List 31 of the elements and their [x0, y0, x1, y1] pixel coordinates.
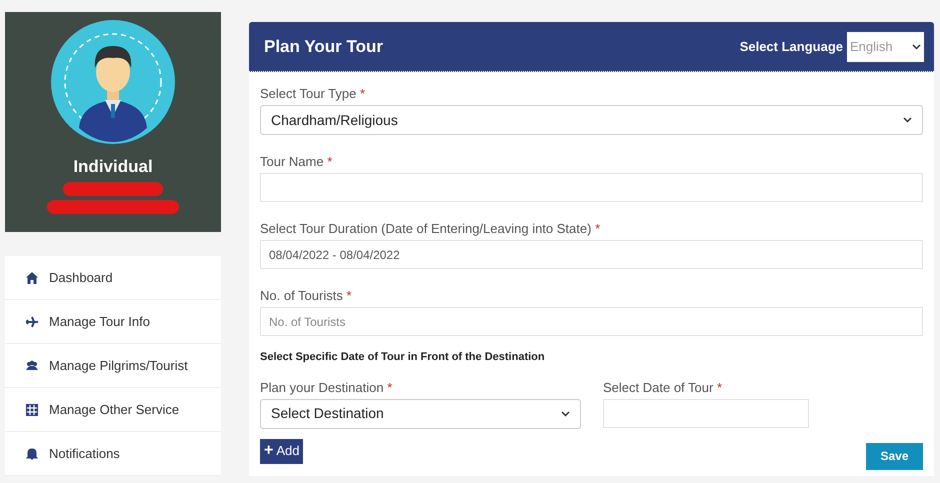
bell-icon: [25, 446, 39, 460]
role-label: Individual: [73, 156, 153, 178]
field-label: No. of Tourists *: [260, 288, 353, 303]
select-field[interactable]: Select Destination: [260, 398, 581, 428]
page-title: Plan Your Tour: [264, 36, 384, 58]
select-field[interactable]: Chardham/Religious: [260, 105, 923, 135]
grid-icon: [25, 402, 39, 416]
sidebar-item[interactable]: Manage Tour Info: [5, 300, 221, 344]
sidebar-item[interactable]: Manage Pilgrims/Tourist: [5, 344, 221, 388]
field-label: Select Tour Type *: [260, 86, 366, 101]
chevron-down-icon: [561, 410, 570, 416]
input-field[interactable]: [603, 398, 809, 428]
field-label: Select Date of Tour *: [603, 380, 723, 394]
chevron-down-icon: [903, 117, 912, 123]
airplane-icon: [25, 314, 39, 328]
sidebar-item[interactable]: Dashboard: [5, 256, 221, 300]
field-label: Select Tour Duration (Date of Entering/Leaving into State) *: [260, 221, 602, 236]
sidebar-item[interactable]: Manage Other Service: [5, 388, 221, 432]
chevron-down-icon: [912, 44, 921, 50]
field-label: Tour Name *: [260, 154, 334, 169]
language-label: Select Language: [740, 38, 843, 56]
section-heading: Select Specific Date of Tour in Front of the Destination: [260, 350, 546, 365]
home-icon: [25, 270, 39, 284]
input-field[interactable]: [260, 173, 923, 202]
field-label: Plan your Destination *: [260, 380, 394, 394]
users-icon: [25, 358, 39, 372]
add-button[interactable]: + Add: [260, 438, 304, 464]
sidebar-item[interactable]: Notifications: [5, 432, 221, 476]
input-field[interactable]: 08/04/2022 - 08/04/2022: [260, 240, 923, 269]
input-field[interactable]: No. of Tourists: [260, 307, 923, 336]
save-button[interactable]: Save: [866, 442, 923, 470]
